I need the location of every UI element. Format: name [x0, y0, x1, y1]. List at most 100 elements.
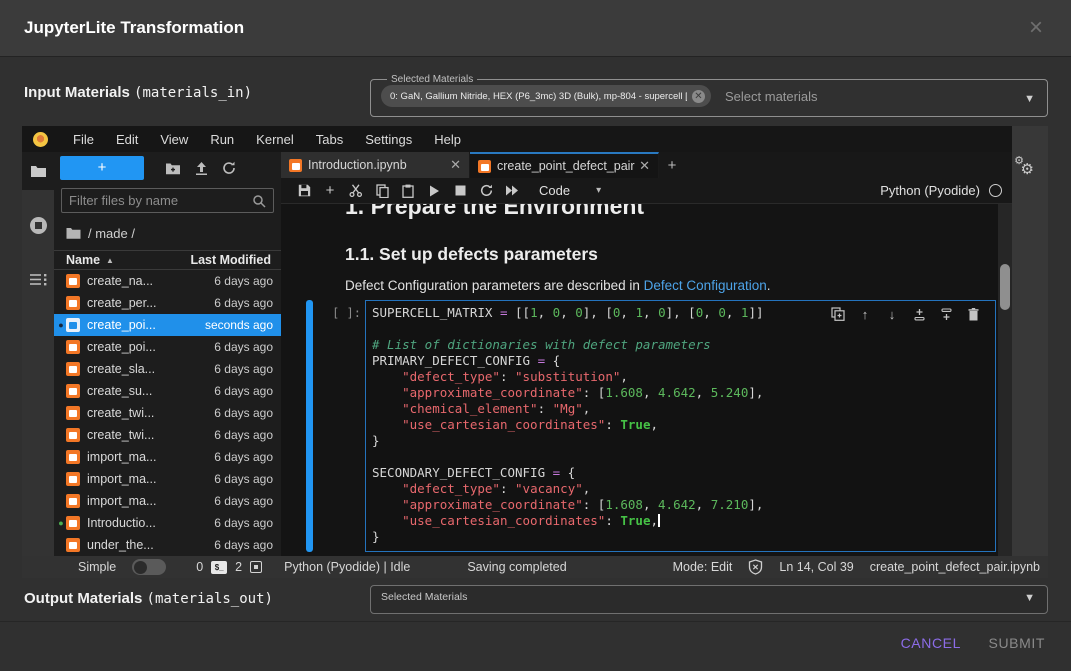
- column-last-modified[interactable]: Last Modified: [190, 253, 271, 267]
- menu-bar-items: FileEditViewRunKernelTabsSettingsHelp: [62, 132, 472, 147]
- menu-run[interactable]: Run: [199, 132, 245, 147]
- file-row[interactable]: import_ma...6 days ago: [54, 446, 281, 468]
- cell-type-dropdown[interactable]: Code: [539, 183, 570, 198]
- code-line: }: [372, 433, 989, 449]
- file-row[interactable]: under_the...6 days ago: [54, 534, 281, 556]
- saving-status: Saving completed: [22, 560, 1012, 574]
- file-row[interactable]: create_na...6 days ago: [54, 270, 281, 292]
- menu-file[interactable]: File: [62, 132, 105, 147]
- menu-tabs[interactable]: Tabs: [305, 132, 354, 147]
- notebook-scrollbar[interactable]: [998, 204, 1012, 556]
- cut-icon[interactable]: [343, 180, 369, 202]
- running-kernels-tab-icon[interactable]: [22, 206, 54, 244]
- new-folder-icon[interactable]: [165, 158, 181, 178]
- tab-close-icon[interactable]: ✕: [639, 158, 650, 174]
- upload-icon[interactable]: [195, 158, 208, 178]
- tab-introduction[interactable]: Introduction.ipynb ✕: [281, 152, 470, 178]
- output-materials-select[interactable]: Selected Materials ▼: [370, 585, 1048, 614]
- file-modified: 6 days ago: [214, 274, 273, 288]
- notebook-file-icon: [66, 406, 80, 420]
- cell-collapser[interactable]: [306, 300, 313, 552]
- defect-configuration-link[interactable]: Defect Configuration: [644, 278, 767, 293]
- file-browser-tab-icon[interactable]: [22, 152, 54, 190]
- dialog-header: JupyterLite Transformation ×: [0, 0, 1071, 57]
- insert-cell-below-icon[interactable]: [937, 305, 955, 323]
- filter-files-input[interactable]: [69, 193, 252, 208]
- menu-help[interactable]: Help: [423, 132, 472, 147]
- kernel-name[interactable]: Python (Pyodide): [880, 183, 980, 198]
- table-of-contents-tab-icon[interactable]: [22, 260, 54, 298]
- file-row[interactable]: create_sla...6 days ago: [54, 358, 281, 380]
- save-icon[interactable]: [291, 180, 317, 202]
- close-icon[interactable]: ×: [1029, 16, 1043, 40]
- chevron-down-icon[interactable]: ▼: [1024, 592, 1035, 604]
- file-row[interactable]: create_twi...6 days ago: [54, 402, 281, 424]
- notebook-file-icon: [66, 428, 80, 442]
- output-materials-label: Output Materials (materials_out): [24, 590, 273, 607]
- file-list-header[interactable]: Name▲ Last Modified: [54, 250, 281, 270]
- tab-create-point-defect-pair[interactable]: create_point_defect_pair.ipynb ✕: [470, 152, 659, 178]
- code-editor[interactable]: SUPERCELL_MATRIX = [[1, 0, 0], [0, 1, 0]…: [365, 300, 996, 552]
- markdown-paragraph: Defect Configuration parameters are desc…: [345, 278, 771, 293]
- insert-cell-above-icon[interactable]: [910, 305, 928, 323]
- restart-kernel-icon[interactable]: [473, 180, 499, 202]
- menu-kernel[interactable]: Kernel: [245, 132, 305, 147]
- run-icon[interactable]: [421, 180, 447, 202]
- file-row[interactable]: ●create_poi...seconds ago: [54, 314, 281, 336]
- menu-bar: FileEditViewRunKernelTabsSettingsHelp: [22, 126, 1012, 152]
- delete-cell-icon[interactable]: [964, 305, 982, 323]
- jupyterlab-panel: ⚙⚙ FileEditViewRunKernelTabsSettingsHelp: [22, 126, 1048, 578]
- cancel-button[interactable]: CANCEL: [901, 635, 961, 651]
- footer-divider: [0, 621, 1071, 622]
- file-row[interactable]: create_twi...6 days ago: [54, 424, 281, 446]
- restart-run-all-icon[interactable]: [499, 180, 525, 202]
- notebook-content: 1. Prepare the Environment 1.1. Set up d…: [281, 204, 1012, 556]
- file-modified: 6 days ago: [214, 516, 273, 530]
- notebook-file-icon: [66, 274, 80, 288]
- scrollbar-thumb[interactable]: [1000, 264, 1010, 310]
- menu-edit[interactable]: Edit: [105, 132, 149, 147]
- code-cell: [ ]: SUPERCELL_MATRIX = [[1, 0, 0], [0, …: [281, 300, 997, 552]
- menu-view[interactable]: View: [149, 132, 199, 147]
- paste-icon[interactable]: [395, 180, 421, 202]
- file-name: create_sla...: [87, 362, 214, 376]
- input-materials-select[interactable]: Selected Materials 0: GaN, Gallium Nitri…: [370, 74, 1048, 117]
- notebook-file-icon: [66, 362, 80, 376]
- new-launcher-button[interactable]: +: [60, 156, 144, 180]
- duplicate-cell-icon[interactable]: [829, 305, 847, 323]
- tab-close-icon[interactable]: ✕: [450, 157, 461, 173]
- file-row[interactable]: import_ma...6 days ago: [54, 490, 281, 512]
- column-name[interactable]: Name: [66, 253, 100, 267]
- file-modified: 6 days ago: [214, 340, 273, 354]
- file-row[interactable]: create_per...6 days ago: [54, 292, 281, 314]
- file-row[interactable]: ●Introductio...6 days ago: [54, 512, 281, 534]
- file-row[interactable]: create_su...6 days ago: [54, 380, 281, 402]
- stop-icon[interactable]: [447, 180, 473, 202]
- copy-icon[interactable]: [369, 180, 395, 202]
- menu-settings[interactable]: Settings: [354, 132, 423, 147]
- file-name: create_su...: [87, 384, 214, 398]
- insert-cell-icon[interactable]: +: [317, 180, 343, 202]
- submit-button[interactable]: SUBMIT: [989, 635, 1046, 651]
- file-row[interactable]: create_poi...6 days ago: [54, 336, 281, 358]
- move-cell-down-icon[interactable]: ↓: [883, 305, 901, 323]
- material-chip[interactable]: 0: GaN, Gallium Nitride, HEX (P6_3mc) 3D…: [381, 85, 711, 107]
- cell-type-chevron-icon[interactable]: ▾: [596, 185, 601, 196]
- cell-toolbar: ↑ ↓: [829, 305, 982, 323]
- material-chip-label: 0: GaN, Gallium Nitride, HEX (P6_3mc) 3D…: [390, 91, 687, 102]
- dialog-title: JupyterLite Transformation: [24, 18, 244, 38]
- new-tab-icon[interactable]: +: [659, 152, 685, 178]
- refresh-icon[interactable]: [222, 158, 236, 178]
- notebook-file-icon: [66, 450, 80, 464]
- move-cell-up-icon[interactable]: ↑: [856, 305, 874, 323]
- chevron-down-icon[interactable]: ▼: [1024, 93, 1035, 105]
- code-line: [372, 449, 989, 465]
- file-row[interactable]: import_ma...6 days ago: [54, 468, 281, 490]
- file-modified: 6 days ago: [214, 494, 273, 508]
- kernel-status-icon[interactable]: [989, 184, 1002, 197]
- breadcrumb-path: / made /: [88, 226, 135, 241]
- code-line: # List of dictionaries with defect param…: [372, 337, 989, 353]
- breadcrumb[interactable]: / made /: [66, 224, 135, 242]
- search-icon: [252, 194, 266, 208]
- chip-remove-icon[interactable]: ✕: [692, 90, 705, 103]
